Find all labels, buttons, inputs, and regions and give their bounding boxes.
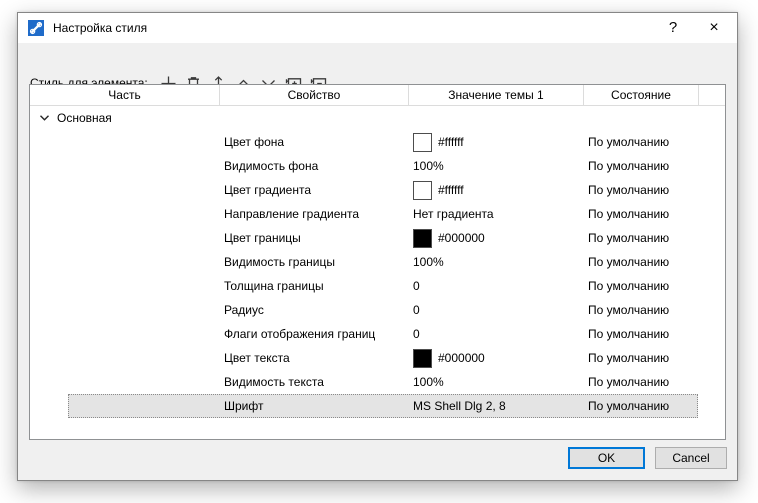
- property-cell: Видимость текста: [224, 375, 324, 389]
- property-cell: Цвет градиента: [224, 183, 311, 197]
- style-properties-table: Часть Свойство Значение темы 1 Состояние…: [29, 84, 726, 440]
- table-row[interactable]: Цвет границы #000000 По умолчанию: [30, 226, 725, 250]
- value-cell: 0: [413, 298, 420, 322]
- value-text: 0: [413, 303, 420, 317]
- value-text: 100%: [413, 159, 444, 173]
- table-header: Часть Свойство Значение темы 1 Состояние: [30, 85, 725, 106]
- title-bar[interactable]: Настройка стиля ? ×: [18, 13, 737, 43]
- value-cell: #000000: [413, 346, 485, 370]
- value-cell: #ffffff: [413, 130, 464, 154]
- value-text: 100%: [413, 375, 444, 389]
- value-text: 0: [413, 279, 420, 293]
- value-cell: Нет градиента: [413, 202, 494, 226]
- state-cell: По умолчанию: [588, 279, 670, 293]
- cancel-button[interactable]: Cancel: [655, 447, 727, 469]
- value-text: Нет градиента: [413, 207, 494, 221]
- column-header-state[interactable]: Состояние: [584, 85, 699, 106]
- column-header-filler: [699, 85, 725, 106]
- table-row[interactable]: Направление градиента Нет градиента По умо…: [30, 202, 725, 226]
- expander-chevron-down-icon[interactable]: [37, 106, 51, 130]
- value-text: 100%: [413, 255, 444, 269]
- table-row[interactable]: Цвет фона #ffffff По умолчанию: [30, 130, 725, 154]
- column-header-part[interactable]: Часть: [30, 85, 220, 106]
- color-swatch: [413, 228, 432, 248]
- column-header-property[interactable]: Свойство: [220, 85, 409, 106]
- value-text: MS Shell Dlg 2, 8: [413, 399, 506, 413]
- table-row[interactable]: Цвет текста #000000 По умолчанию: [30, 346, 725, 370]
- color-swatch: [413, 348, 432, 368]
- value-cell: 100%: [413, 154, 444, 178]
- property-cell: Цвет фона: [224, 135, 285, 149]
- value-cell: 0: [413, 274, 420, 298]
- value-cell: 100%: [413, 250, 444, 274]
- state-cell: По умолчанию: [588, 303, 670, 317]
- value-cell: 100%: [413, 370, 444, 394]
- color-swatch: [413, 132, 432, 152]
- ok-button[interactable]: OK: [568, 447, 645, 469]
- value-text: 0: [413, 327, 420, 341]
- value-cell: MS Shell Dlg 2, 8: [413, 394, 506, 418]
- property-cell: Радиус: [224, 303, 264, 317]
- property-cell: Шрифт: [224, 399, 264, 413]
- column-header-theme-value[interactable]: Значение темы 1: [409, 85, 584, 106]
- value-cell: #000000: [413, 226, 485, 250]
- property-cell: Цвет текста: [224, 351, 290, 365]
- tree-group-row[interactable]: Основная: [30, 106, 725, 130]
- state-cell: По умолчанию: [588, 375, 670, 389]
- property-cell: Направление градиента: [224, 207, 360, 221]
- value-text: #ffffff: [438, 183, 464, 197]
- property-cell: Видимость границы: [224, 255, 335, 269]
- state-cell: По умолчанию: [588, 255, 670, 269]
- window-title: Настройка стиля: [53, 21, 148, 35]
- value-cell: 0: [413, 322, 420, 346]
- table-row[interactable]: Шрифт MS Shell Dlg 2, 8 По умолчанию: [30, 394, 725, 418]
- property-cell: Цвет границы: [224, 231, 301, 245]
- state-cell: По умолчанию: [588, 183, 670, 197]
- property-cell: Флаги отображения границ: [224, 327, 376, 341]
- table-row[interactable]: Видимость границы 100% По умолчанию: [30, 250, 725, 274]
- property-cell: Видимость фона: [224, 159, 319, 173]
- table-row[interactable]: Цвет градиента #ffffff По умолчанию: [30, 178, 725, 202]
- style-settings-dialog: Настройка стиля ? × Стиль для элемента: …: [17, 12, 738, 481]
- value-text: #000000: [438, 351, 485, 365]
- table-body: Цвет фона #ffffff По умолчанию Видимость фо…: [30, 130, 725, 418]
- value-text: #000000: [438, 231, 485, 245]
- table-row[interactable]: Видимость фона 100% По умолчанию: [30, 154, 725, 178]
- table-row[interactable]: Радиус 0 По умолчанию: [30, 298, 725, 322]
- state-cell: По умолчанию: [588, 327, 670, 341]
- state-cell: По умолчанию: [588, 135, 670, 149]
- state-cell: По умолчанию: [588, 351, 670, 365]
- color-swatch: [413, 180, 432, 200]
- help-button[interactable]: ?: [655, 13, 691, 43]
- app-icon: [28, 20, 44, 36]
- value-cell: #ffffff: [413, 178, 464, 202]
- table-row[interactable]: Толщина границы 0 По умолчанию: [30, 274, 725, 298]
- value-text: #ffffff: [438, 135, 464, 149]
- state-cell: По умолчанию: [588, 231, 670, 245]
- state-cell: По умолчанию: [588, 399, 670, 413]
- table-row[interactable]: Видимость текста 100% По умолчанию: [30, 370, 725, 394]
- table-row[interactable]: Флаги отображения границ 0 По умолчанию: [30, 322, 725, 346]
- state-cell: По умолчанию: [588, 159, 670, 173]
- state-cell: По умолчанию: [588, 207, 670, 221]
- property-cell: Толщина границы: [224, 279, 324, 293]
- tree-group-label: Основная: [57, 111, 112, 125]
- close-button[interactable]: ×: [691, 13, 737, 43]
